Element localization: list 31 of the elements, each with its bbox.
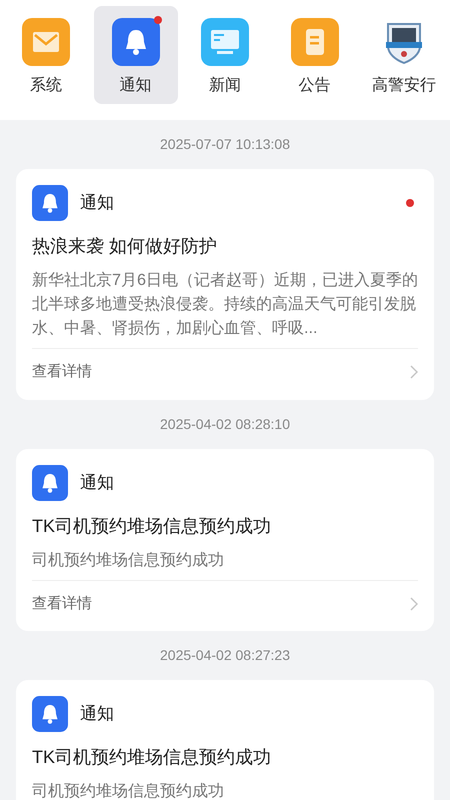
message-source: 通知 <box>80 472 115 494</box>
message-body: 司机预约堆场信息预约成功 <box>32 781 225 800</box>
category-tab[interactable]: 高警安行 <box>362 6 446 104</box>
message-card[interactable]: 通知 热浪来袭 如何做好防护 新华社北京7月6日电（记者赵哥）近期，已进入夏季的北半球多地遭受热浪侵袭。持续的高温天气可能引发脱水、中暑、肾损伤，加剧心血管、呼吸... 查看详情 <box>16 169 434 400</box>
bell-icon <box>32 185 68 221</box>
chevron-right-icon <box>410 365 418 380</box>
category-tab[interactable]: 公告 <box>272 6 356 104</box>
category-tab[interactable]: 新闻 <box>183 6 267 104</box>
category-tab[interactable]: 通知 <box>94 6 178 104</box>
message-source: 通知 <box>80 192 115 214</box>
message-title: TK司机预约堆场信息预约成功 <box>32 514 272 538</box>
timestamp: 2025-04-02 08:28:10 <box>160 414 290 434</box>
timestamp: 2025-07-07 10:13:08 <box>160 135 290 154</box>
details-link[interactable]: 查看详情 <box>32 348 418 396</box>
message-card[interactable]: 通知 TK司机预约堆场信息预约成功 司机预约堆场信息预约成功 查看详情 <box>16 448 434 631</box>
chevron-right-icon <box>410 596 418 611</box>
details-link[interactable]: 查看详情 <box>32 580 418 627</box>
monitor-icon <box>201 18 249 66</box>
message-body: 司机预约堆场信息预约成功 <box>32 550 225 570</box>
envelope-icon <box>22 18 70 66</box>
timestamp: 2025-04-02 08:27:23 <box>160 646 290 665</box>
bell-icon <box>32 696 68 732</box>
message-title: 热浪来袭 如何做好防护 <box>32 235 218 258</box>
message-body: 新华社北京7月6日电（记者赵哥）近期，已进入夏季的北半球多地遭受热浪侵袭。持续的高温天气可能引发脱水、中暑、肾损伤，加剧心血管、呼吸... <box>32 270 418 339</box>
message-card[interactable]: 通知 TK司机预约堆场信息预约成功 司机预约堆场信息预约成功 <box>16 680 434 800</box>
bell-icon <box>112 18 160 66</box>
note-icon <box>290 18 338 66</box>
bell-icon <box>32 464 68 500</box>
category-tab[interactable]: 系统 <box>4 6 88 104</box>
message-source: 通知 <box>80 703 115 726</box>
message-title: TK司机预约堆场信息预约成功 <box>32 746 272 769</box>
